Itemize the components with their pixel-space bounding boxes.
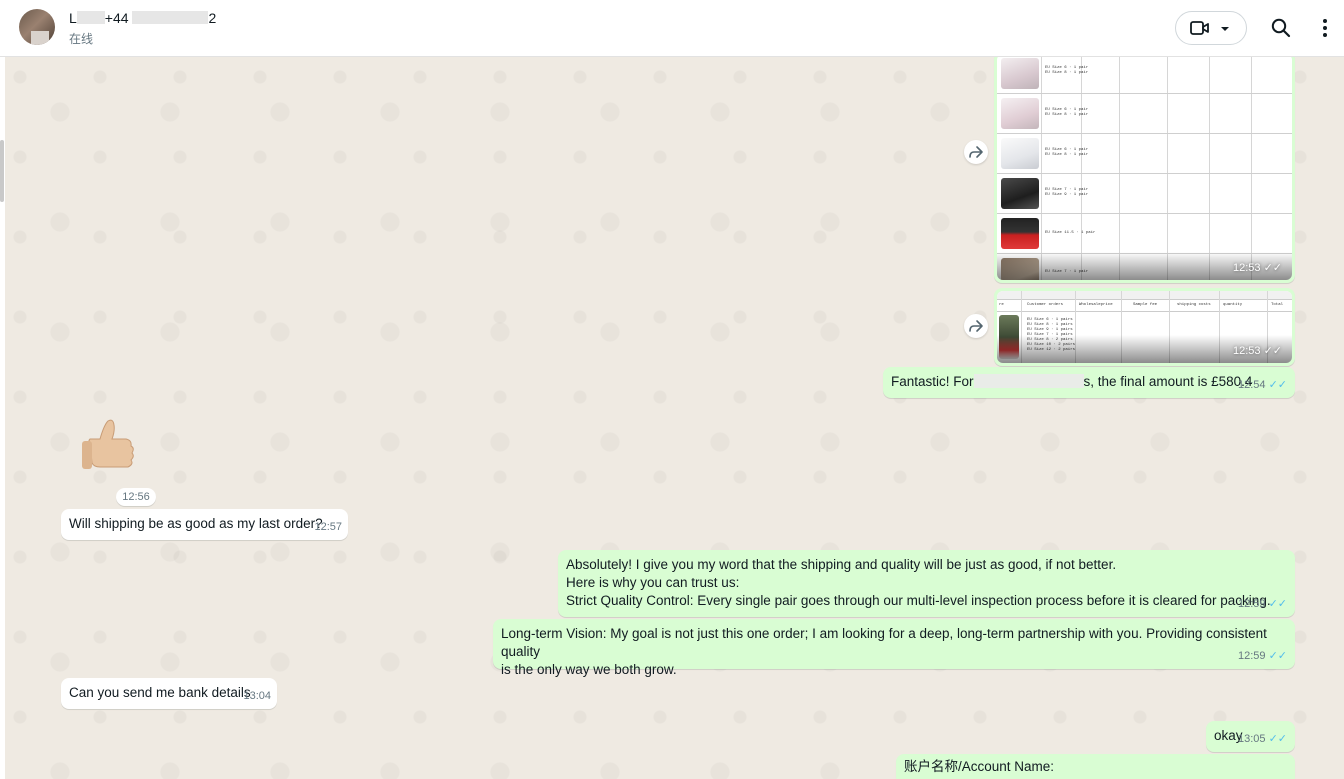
message-meta: 12:59 ✓✓ bbox=[1237, 650, 1287, 662]
message-text: 账户名称/Account Name: bbox=[904, 759, 1055, 774]
message-time: 13:04 bbox=[243, 690, 271, 702]
message-meta: 12:54 ✓✓ bbox=[1237, 379, 1287, 391]
avatar-blur bbox=[31, 31, 49, 45]
message-text: Will shipping be as good as my last orde… bbox=[69, 516, 323, 531]
message-text: Can you send me bank details bbox=[69, 685, 251, 700]
chat-header: L +44 2 在线 bbox=[0, 0, 1344, 57]
contact-avatar[interactable] bbox=[19, 9, 55, 45]
message-meta: 12:59 ✓✓ bbox=[1237, 598, 1287, 610]
sheet-header: shipping costs bbox=[1177, 303, 1211, 307]
order-summary-image: re Customer orders Wholesaleprice Sample… bbox=[997, 291, 1292, 363]
message-text: s, the final amount is £580.4 bbox=[1083, 374, 1253, 389]
message-line: is the only way we both grow. bbox=[501, 662, 677, 677]
incoming-message[interactable]: Will shipping be as good as my last orde… bbox=[61, 509, 348, 540]
thumbs-up-sticker[interactable] bbox=[80, 417, 138, 477]
message-time: 12:57 bbox=[314, 521, 342, 533]
outgoing-message[interactable]: Absolutely! I give you my word that the … bbox=[558, 550, 1295, 617]
message-line: Strict Quality Control: Every single pai… bbox=[566, 593, 1271, 608]
video-call-icon bbox=[1190, 21, 1209, 35]
outgoing-message[interactable]: 账户名称/Account Name: bbox=[896, 754, 1295, 779]
contact-name-end: 2 bbox=[208, 10, 217, 26]
message-text: Fantastic! For bbox=[891, 374, 974, 389]
message-meta: 13:05 ✓✓ bbox=[1237, 733, 1287, 745]
outgoing-message[interactable]: okay 13:05 ✓✓ bbox=[1206, 721, 1295, 752]
outgoing-message[interactable]: Fantastic! For s, the final amount is £58… bbox=[883, 367, 1295, 398]
contact-name[interactable]: L +44 2 bbox=[69, 10, 216, 26]
redacted-block bbox=[132, 11, 209, 24]
redacted-block bbox=[76, 11, 105, 24]
search-icon[interactable] bbox=[1269, 16, 1293, 40]
image-message[interactable]: EU Size 6 · 1 pair EU Size 8 · 1 pair EU … bbox=[994, 57, 1295, 283]
sheet-header: Wholesaleprice bbox=[1079, 303, 1113, 307]
sheet-header: Customer orders bbox=[1027, 303, 1064, 307]
chevron-down-icon bbox=[1221, 27, 1229, 31]
contact-name-start: L bbox=[69, 10, 77, 26]
contact-name-mid: +44 bbox=[104, 10, 129, 26]
message-line: Absolutely! I give you my word that the … bbox=[566, 557, 1117, 572]
image-message[interactable]: re Customer orders Wholesaleprice Sample… bbox=[994, 288, 1295, 366]
forward-icon bbox=[969, 320, 983, 332]
sheet-header: quantity bbox=[1223, 303, 1243, 307]
scrollbar-handle[interactable] bbox=[0, 140, 4, 202]
sheet-header: Sample fee bbox=[1133, 303, 1158, 307]
message-line: Here is why you can trust us: bbox=[566, 575, 740, 590]
image-timestamp: 12:53 ✓✓ bbox=[1232, 345, 1282, 357]
sticker-timestamp: 12:56 bbox=[116, 488, 156, 506]
video-call-button[interactable] bbox=[1175, 11, 1247, 45]
forward-button[interactable] bbox=[964, 314, 988, 338]
chat-area[interactable]: EU Size 6 · 1 pair EU Size 8 · 1 pair EU … bbox=[0, 57, 1344, 779]
redacted-text bbox=[973, 374, 1084, 388]
forward-button[interactable] bbox=[964, 140, 988, 164]
image-timestamp: 12:53 ✓✓ bbox=[1232, 262, 1282, 274]
sheet-header: Total bbox=[1271, 303, 1284, 307]
contact-status: 在线 bbox=[69, 32, 94, 46]
message-line: Long-term Vision: My goal is not just th… bbox=[501, 626, 1267, 659]
sheet-header: re bbox=[999, 303, 1004, 307]
forward-icon bbox=[969, 146, 983, 158]
outgoing-message[interactable]: Long-term Vision: My goal is not just th… bbox=[493, 619, 1295, 677]
incoming-message[interactable]: Can you send me bank details 13:04 bbox=[61, 678, 277, 709]
order-sheet-image: EU Size 6 · 1 pair EU Size 8 · 1 pair EU … bbox=[997, 57, 1292, 280]
more-options-icon[interactable] bbox=[1313, 16, 1337, 40]
